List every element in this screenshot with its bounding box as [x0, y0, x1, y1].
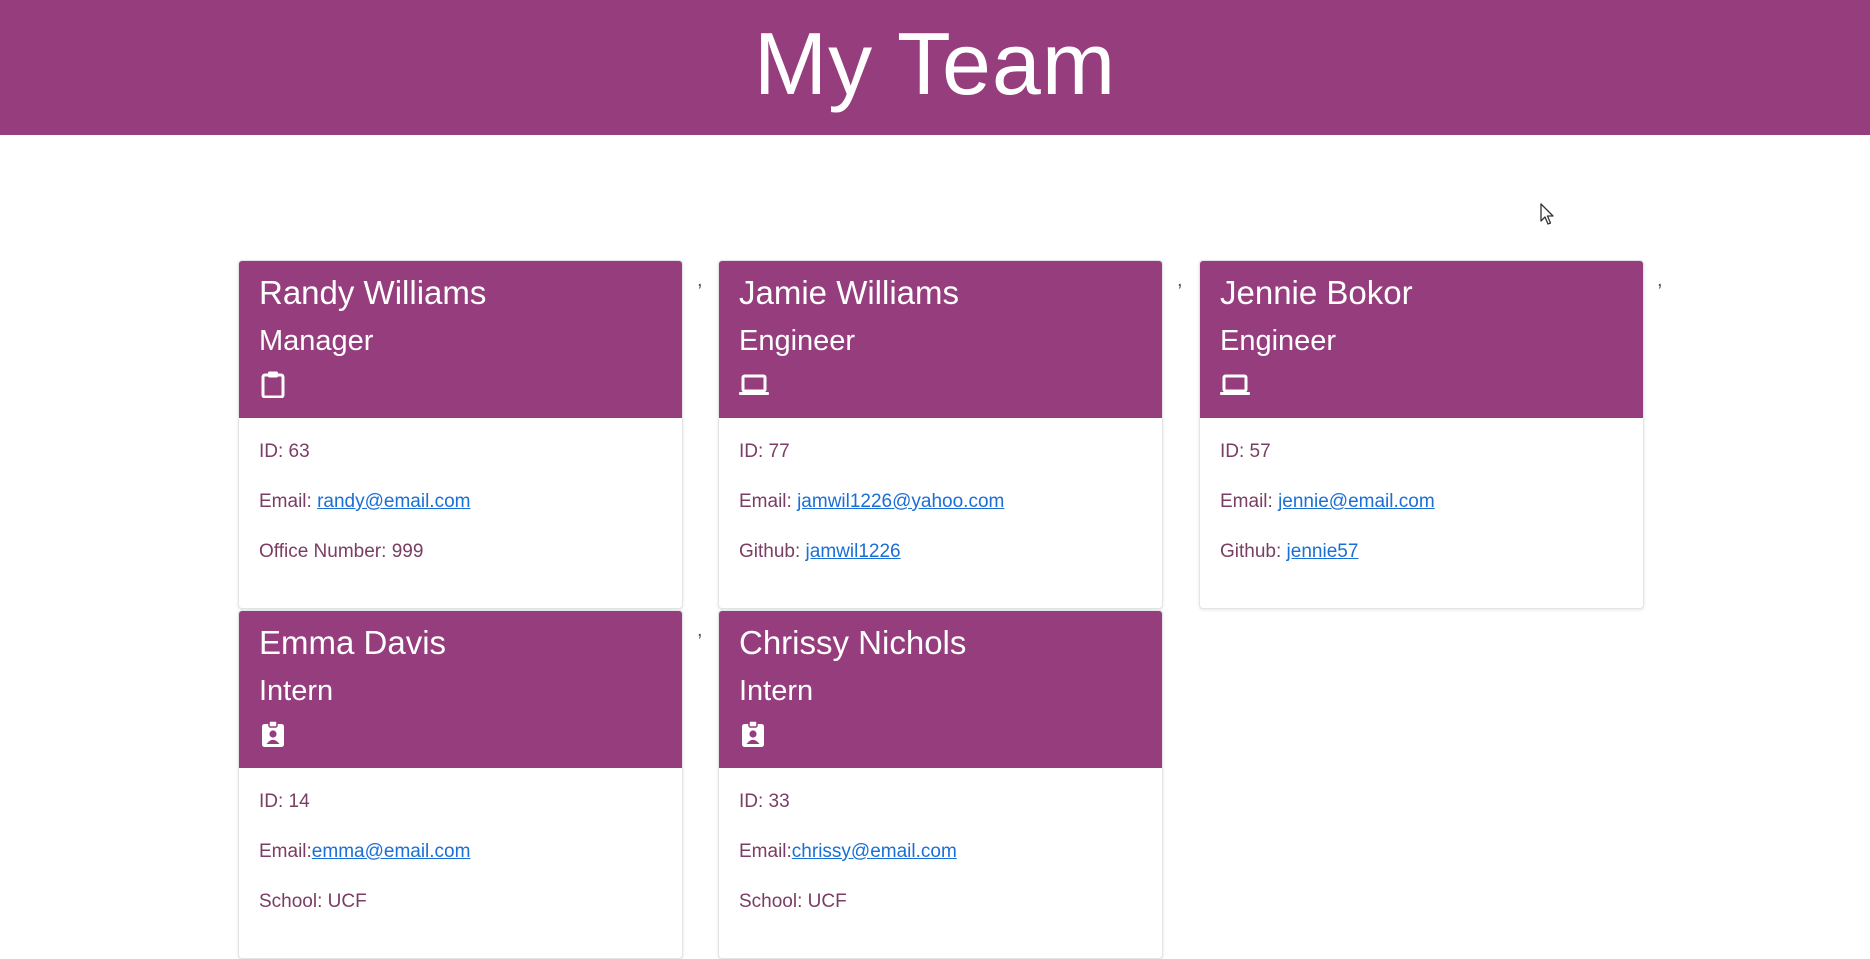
separator-comma: ,	[1657, 269, 1663, 291]
employee-id: ID: 14	[259, 791, 310, 812]
employee-email-line: Email:emma@email.com	[259, 841, 470, 863]
employee-role: Intern	[259, 675, 334, 707]
card-body: ID: 57 Email: jennie@email.com Github: j…	[1200, 418, 1643, 608]
employee-card-intern: Emma Davis Intern ID: 14 Email:emma@emai…	[238, 610, 683, 959]
employee-id: ID: 63	[259, 441, 310, 462]
email-link[interactable]: chrissy@email.com	[792, 841, 957, 862]
github-link[interactable]: jennie57	[1287, 541, 1359, 562]
laptop-icon	[1220, 370, 1250, 398]
card-header: Chrissy Nichols Intern	[719, 611, 1162, 768]
employee-email-line: Email: jamwil1226@yahoo.com	[739, 491, 1004, 513]
github-label: Github:	[1220, 541, 1287, 562]
card-body: ID: 63 Email: randy@email.com Office Num…	[239, 418, 682, 608]
employee-email-line: Email:chrissy@email.com	[739, 841, 957, 863]
email-label: Email:	[259, 841, 312, 862]
school-line: School: UCF	[739, 891, 847, 912]
page-title: My Team	[753, 13, 1117, 113]
mouse-cursor-icon	[1540, 203, 1556, 227]
employee-id: ID: 57	[1220, 441, 1271, 462]
employee-card-manager: Randy Williams Manager ID: 63 Email: ran…	[238, 260, 683, 609]
email-link[interactable]: randy@email.com	[317, 491, 470, 512]
card-body: ID: 33 Email:chrissy@email.com School: U…	[719, 768, 1162, 958]
id-badge-icon	[739, 720, 767, 748]
card-body: ID: 14 Email:emma@email.com School: UCF	[239, 768, 682, 958]
office-number: Office Number: 999	[259, 541, 424, 562]
email-link[interactable]: emma@email.com	[312, 841, 471, 862]
employee-name: Chrissy Nichols	[739, 624, 967, 661]
github-line: Github: jamwil1226	[739, 541, 901, 563]
employee-card-engineer: Jennie Bokor Engineer ID: 57 Email: jenn…	[1199, 260, 1644, 609]
employee-email-line: Email: jennie@email.com	[1220, 491, 1435, 513]
id-badge-icon	[259, 720, 287, 748]
email-label: Email:	[259, 491, 318, 512]
separator-comma: ,	[1177, 269, 1183, 291]
employee-name: Emma Davis	[259, 624, 447, 661]
laptop-icon	[739, 370, 769, 398]
card-header: Jennie Bokor Engineer	[1200, 261, 1643, 418]
separator-comma: ,	[697, 619, 703, 641]
github-label: Github:	[739, 541, 806, 562]
employee-id: ID: 77	[739, 441, 790, 462]
employee-name: Jennie Bokor	[1220, 274, 1413, 311]
employee-role: Intern	[739, 675, 814, 707]
page-header: My Team	[0, 0, 1870, 135]
card-header: Randy Williams Manager	[239, 261, 682, 418]
employee-id: ID: 33	[739, 791, 790, 812]
employee-email-line: Email: randy@email.com	[259, 491, 470, 513]
card-header: Emma Davis Intern	[239, 611, 682, 768]
github-line: Github: jennie57	[1220, 541, 1358, 563]
github-link[interactable]: jamwil1226	[806, 541, 901, 562]
employee-card-engineer: Jamie Williams Engineer ID: 77 Email: ja…	[718, 260, 1163, 609]
employee-role: Engineer	[739, 325, 856, 357]
email-link[interactable]: jennie@email.com	[1278, 491, 1435, 512]
clipboard-icon	[259, 370, 287, 398]
email-label: Email:	[739, 841, 792, 862]
email-label: Email:	[739, 491, 798, 512]
email-label: Email:	[1220, 491, 1279, 512]
employee-name: Jamie Williams	[739, 274, 960, 311]
employee-role: Engineer	[1220, 325, 1337, 357]
employee-card-intern: Chrissy Nichols Intern ID: 33 Email:chri…	[718, 610, 1163, 959]
school-line: School: UCF	[259, 891, 367, 912]
separator-comma: ,	[697, 269, 703, 291]
card-body: ID: 77 Email: jamwil1226@yahoo.com Githu…	[719, 418, 1162, 608]
employee-role: Manager	[259, 325, 374, 357]
card-header: Jamie Williams Engineer	[719, 261, 1162, 418]
email-link[interactable]: jamwil1226@yahoo.com	[797, 491, 1004, 512]
employee-name: Randy Williams	[259, 274, 487, 311]
